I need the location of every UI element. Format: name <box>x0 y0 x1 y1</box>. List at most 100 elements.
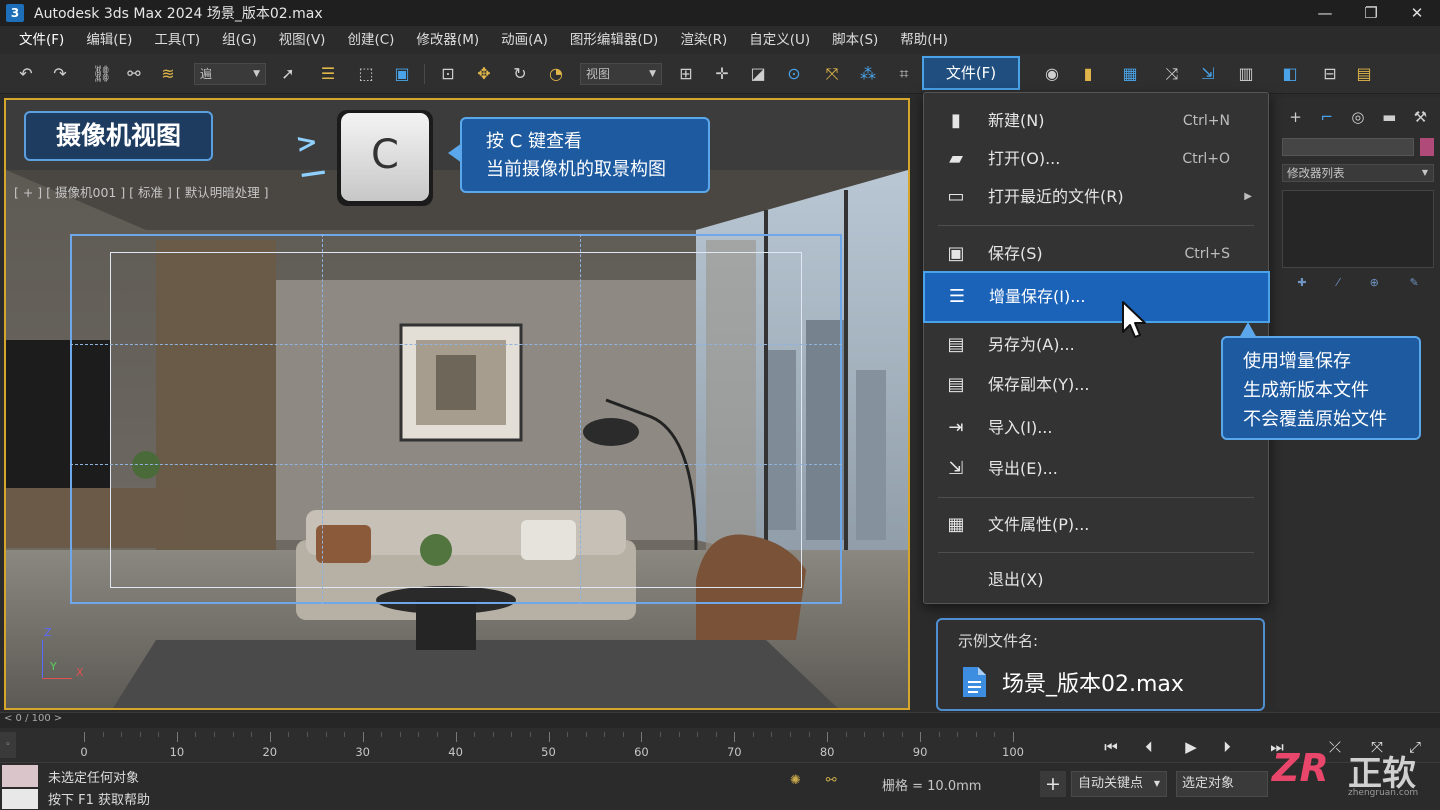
menu-edit[interactable]: 编辑(E) <box>75 26 143 54</box>
reference-coord-dropdown[interactable]: 视图 ▼ <box>580 63 662 85</box>
timeline-minor-tick <box>994 732 996 737</box>
curve-editor-icon[interactable]: ▥ <box>1234 62 1258 86</box>
hierarchy-tab-icon[interactable]: ◎ <box>1346 106 1370 128</box>
align-icon[interactable]: ▦ <box>1118 62 1142 86</box>
menu-rendering[interactable]: 渲染(R) <box>669 26 738 54</box>
unlink-icon[interactable]: ⚯ <box>122 62 146 86</box>
selection-filter-dropdown[interactable]: 遍 ▼ <box>194 63 266 85</box>
render-setup-icon[interactable]: ▤ <box>1352 62 1376 86</box>
scale-icon[interactable]: ◔ <box>544 62 568 86</box>
mirror-icon[interactable]: ▮ <box>1076 62 1100 86</box>
menu-item-label: 另存为(A)... <box>988 335 1075 354</box>
timeline-tick <box>84 732 85 742</box>
make-unique-icon[interactable]: ⊕ <box>1370 276 1379 294</box>
play-icon[interactable]: ▶ <box>1178 734 1204 760</box>
menu-file[interactable]: 文件(F) <box>8 26 75 54</box>
menu-bar: 文件(F) 编辑(E) 工具(T) 组(G) 视图(V) 创建(C) 修改器(M… <box>0 26 1440 54</box>
menu-animation[interactable]: 动画(A) <box>490 26 559 54</box>
menu-item-file-properties[interactable]: ▦ 文件属性(P)... <box>924 506 1268 544</box>
menu-item-new[interactable]: ▮ 新建(N) Ctrl+N <box>924 102 1268 140</box>
schematic-view-icon[interactable]: ◧ <box>1278 62 1302 86</box>
select-manipulate-icon[interactable]: ✛ <box>710 62 734 86</box>
menu-item-save-copy[interactable]: ▤ 保存副本(Y)... <box>924 366 1268 404</box>
menu-item-incremental-save[interactable]: ☰ 增量保存(I)... <box>923 271 1270 323</box>
configure-modifier-sets-icon[interactable]: ✎ <box>1409 276 1418 294</box>
menu-item-exit[interactable]: 退出(X) <box>924 561 1268 599</box>
file-menu-button[interactable]: 文件(F) <box>922 56 1020 90</box>
timeline-tick <box>734 732 736 742</box>
show-end-result-icon[interactable]: ⁄ <box>1337 276 1339 294</box>
angle-snap-icon[interactable]: ⤧ <box>820 62 844 86</box>
menu-graph-editors[interactable]: 图形编辑器(D) <box>559 26 669 54</box>
menu-item-save[interactable]: ▣ 保存(S) Ctrl+S <box>924 235 1268 273</box>
close-button[interactable]: ✕ <box>1394 0 1440 26</box>
menu-modifiers[interactable]: 修改器(M) <box>405 26 490 54</box>
move-icon[interactable]: ✥ <box>472 62 496 86</box>
add-time-tag-button[interactable]: + <box>1040 771 1066 797</box>
goto-start-icon[interactable]: ⏮ <box>1098 734 1124 760</box>
menu-separator <box>938 225 1254 226</box>
timeline-minor-tick <box>790 732 792 737</box>
snap-icon[interactable]: ⊙ <box>782 62 806 86</box>
menu-scripting[interactable]: 脚本(S) <box>821 26 889 54</box>
timeline-tick-label: 100 <box>1002 745 1024 759</box>
menu-views[interactable]: 视图(V) <box>268 26 337 54</box>
percent-snap-icon[interactable]: ⁂ <box>856 62 880 86</box>
menu-tools[interactable]: 工具(T) <box>143 26 211 54</box>
create-tab-icon[interactable]: + <box>1284 106 1308 128</box>
track-bar-toggle[interactable]: ◦ <box>0 732 16 758</box>
modifier-stack[interactable] <box>1282 190 1434 268</box>
redo-icon[interactable]: ↷ <box>48 62 72 86</box>
time-slider[interactable]: < 0 / 100 > <box>0 712 1440 728</box>
modifier-list-dropdown[interactable]: 修改器列表 ▼ <box>1282 164 1434 182</box>
rect-selection-icon[interactable]: ⬚ <box>354 62 378 86</box>
menu-help[interactable]: 帮助(H) <box>889 26 959 54</box>
select-and-link-icon[interactable]: ⊡ <box>436 62 460 86</box>
keyboard-key-c: C <box>337 110 433 206</box>
object-color-swatch[interactable] <box>1420 138 1434 156</box>
object-name-field[interactable] <box>1282 138 1414 156</box>
rotate-icon[interactable]: ↻ <box>508 62 532 86</box>
select-object-icon[interactable]: ➚ <box>276 62 300 86</box>
menu-customize[interactable]: 自定义(U) <box>738 26 821 54</box>
menu-group[interactable]: 组(G) <box>211 26 268 54</box>
select-by-name-icon[interactable]: ☰ <box>316 62 340 86</box>
pivot-icon[interactable]: ⊞ <box>674 62 698 86</box>
previous-frame-icon[interactable]: ⏴ <box>1136 734 1162 760</box>
restore-button[interactable]: ❐ <box>1348 0 1394 26</box>
modify-tab-icon[interactable]: ⌐ <box>1315 106 1339 128</box>
timeline-track[interactable]: 0 10 20 30 40 50 60 70 80 90 100 <box>20 732 1095 759</box>
timeline-minor-tick <box>251 732 253 737</box>
menu-item-export[interactable]: ⇲ 导出(E)... <box>924 450 1268 488</box>
maxscript-mini-listener[interactable] <box>2 789 38 809</box>
isolate-selection-icon[interactable]: ✺ <box>790 773 801 788</box>
timeline-tick <box>455 732 457 742</box>
menu-create[interactable]: 创建(C) <box>336 26 405 54</box>
maxscript-listener[interactable] <box>2 765 38 787</box>
display-tab-icon[interactable]: ▬ <box>1377 106 1401 128</box>
bind-space-warp-icon[interactable]: ≋ <box>156 62 180 86</box>
window-crossing-icon[interactable]: ▣ <box>390 62 414 86</box>
layer-explorer-icon[interactable]: ⤨ <box>1160 62 1184 86</box>
spinner-snap-icon[interactable]: ⌗ <box>892 62 916 86</box>
link-icon[interactable]: ⛓ <box>90 62 114 86</box>
menu-item-import[interactable]: ⇥ 导入(I)... <box>924 409 1268 447</box>
undo-icon[interactable]: ↶ <box>14 62 38 86</box>
material-editor-icon[interactable]: ⊟ <box>1318 62 1342 86</box>
selection-lock-icon[interactable]: ⚯ <box>826 773 837 788</box>
pin-stack-icon[interactable]: ✚ <box>1297 276 1306 294</box>
auto-key-dropdown[interactable]: 自动关键点 ▼ <box>1071 771 1167 797</box>
minimize-button[interactable]: — <box>1302 0 1348 26</box>
menu-item-open-recent[interactable]: ▭ 打开最近的文件(R) ▶ <box>924 178 1268 216</box>
menu-item-open[interactable]: ▰ 打开(O)... Ctrl+O <box>924 140 1268 178</box>
timeline-minor-tick <box>771 732 773 737</box>
toggle-ribbon-icon[interactable]: ⇲ <box>1196 62 1220 86</box>
utilities-tab-icon[interactable]: ⚒ <box>1408 106 1432 128</box>
viewport-label[interactable]: [ + ] [ 摄像机001 ] [ 标准 ] [ 默认明暗处理 ] <box>14 182 269 201</box>
selected-object-field[interactable]: 选定对象 <box>1176 771 1268 797</box>
named-selection-icon[interactable]: ◉ <box>1040 62 1064 86</box>
menu-item-save-as[interactable]: ▤ 另存为(A)... <box>924 326 1268 364</box>
camera-viewport[interactable]: [ + ] [ 摄像机001 ] [ 标准 ] [ 默认明暗处理 ] Z Y X <box>4 98 910 710</box>
next-frame-icon[interactable]: ⏵ <box>1214 734 1240 760</box>
keyboard-shortcut-icon[interactable]: ◪ <box>746 62 770 86</box>
